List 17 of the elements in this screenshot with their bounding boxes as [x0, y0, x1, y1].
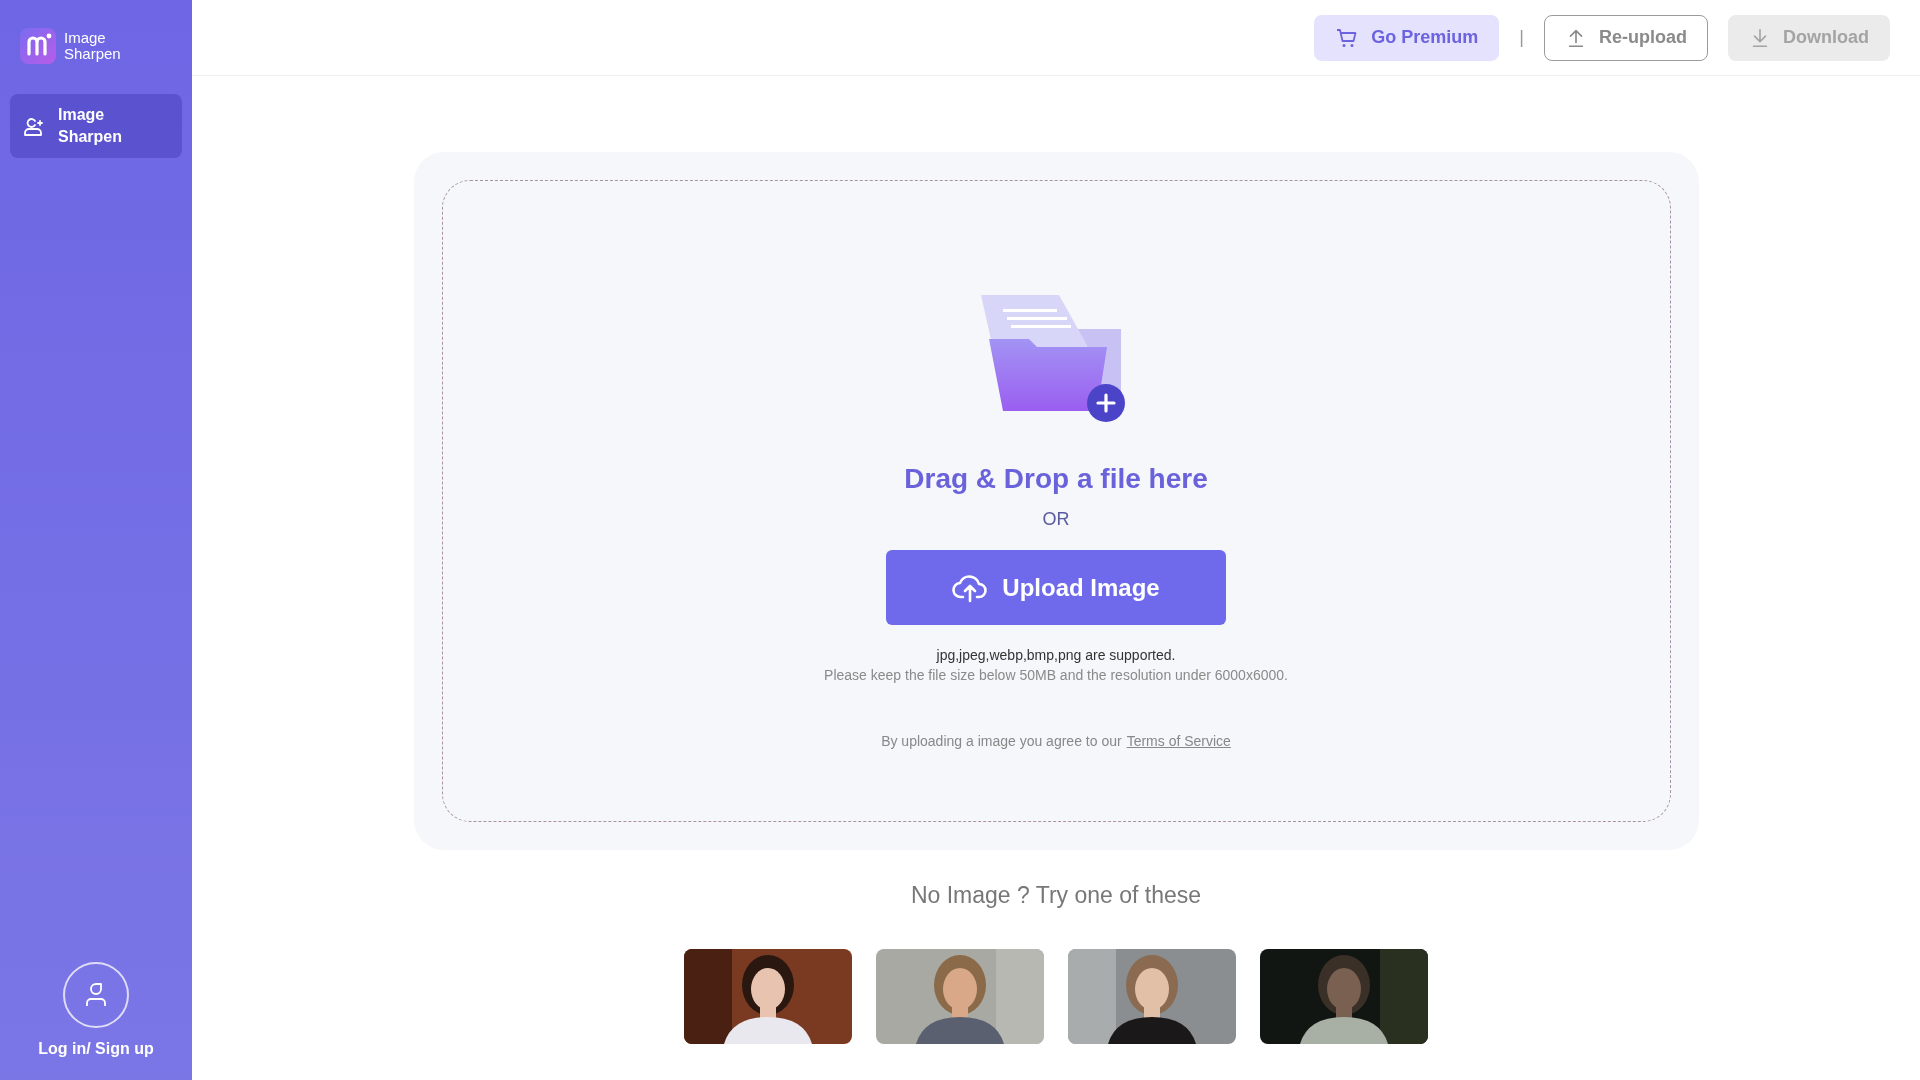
upload-button[interactable]: Upload Image [886, 550, 1226, 625]
drop-title: Drag & Drop a file here [904, 463, 1208, 495]
premium-button[interactable]: Go Premium [1314, 14, 1500, 61]
avatar-button[interactable] [63, 962, 129, 1028]
terms-text: By uploading a image you agree to our [881, 733, 1122, 749]
samples-title: No Image ? Try one of these [910, 882, 1202, 909]
cloud-upload-icon [952, 572, 989, 603]
terms-link[interactable]: Terms of Service [1126, 733, 1231, 749]
or-text: OR [1042, 509, 1070, 530]
login-link[interactable]: Log in/ Sign up [38, 1040, 154, 1058]
formats-text: jpg,jpeg,webp,bmp,png are supported. [936, 647, 1176, 663]
reupload-button[interactable]: Re-upload [1544, 14, 1708, 61]
app-name: Image Sharpen [64, 30, 122, 62]
limits-text: Please keep the file size below 50MB and the resolution under 6000x6000. [824, 667, 1288, 683]
sidebar-item[interactable]: Image Sharpen [10, 94, 182, 158]
logo-icon [20, 28, 56, 64]
separator: | [1519, 27, 1524, 48]
